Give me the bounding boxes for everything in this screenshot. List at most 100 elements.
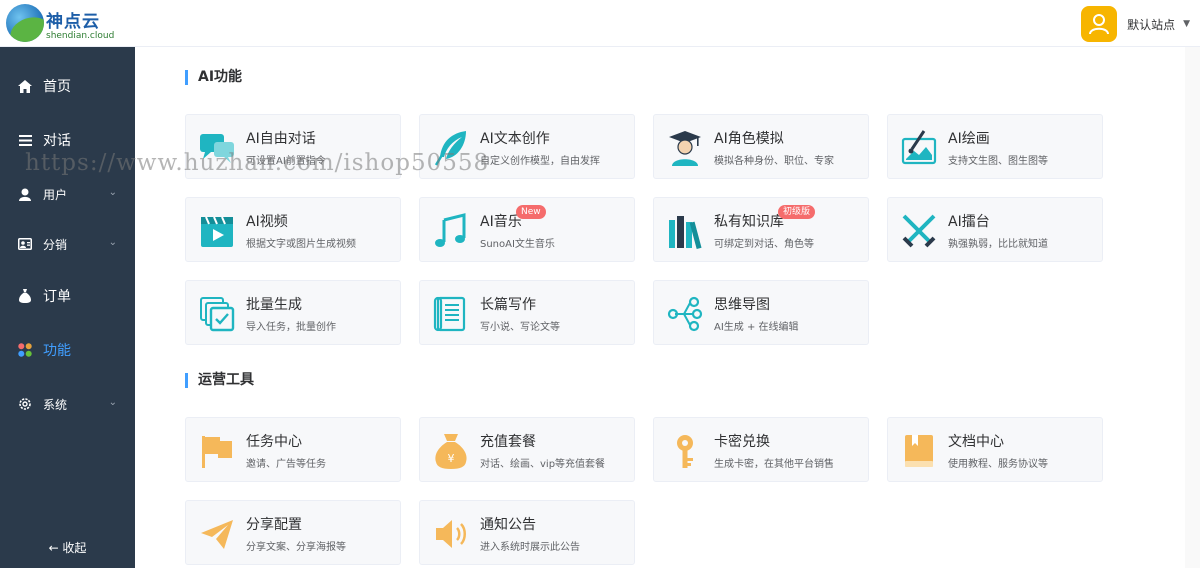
feather-icon <box>434 131 466 166</box>
speaker-icon <box>436 520 466 548</box>
card-desc: SunoAI文生音乐 <box>480 239 555 250</box>
card-title: AI自由对话 <box>246 131 316 147</box>
site-switcher[interactable]: 默认站点 ▼ <box>1081 6 1190 42</box>
card-title: 长篇写作 <box>480 297 536 313</box>
card-desc: 支持文生图、图生图等 <box>948 156 1048 167</box>
vertical-scrollbar[interactable] <box>1185 47 1200 568</box>
caret-down-icon[interactable]: ▼ <box>1183 19 1190 29</box>
card-title: 思维导图 <box>714 297 770 313</box>
scroll-icon <box>433 296 466 332</box>
book-icon <box>905 435 933 467</box>
sidebar-item-distribution[interactable]: 分销 ⌄ <box>0 224 135 264</box>
card-desc: 进入系统时展示此公告 <box>480 542 580 553</box>
card-title: AI角色模拟 <box>714 131 784 147</box>
chat-icon <box>200 134 234 163</box>
chevron-down-icon: ⌄ <box>108 397 117 408</box>
card-desc: 对话、绘画、vip等充值套餐 <box>480 459 606 470</box>
user-icon <box>18 187 32 201</box>
card-long-writing[interactable]: 长篇写作 写小说、写论文等 <box>419 280 635 345</box>
sidebar: 首页 对话 用户 ⌄ 分销 ⌄ 订单 功能 系统 ⌄ ← 收起 <box>0 47 135 568</box>
card-mindmap[interactable]: 思维导图 AI生成 + 在线编辑 <box>653 280 869 345</box>
card-recharge-plans[interactable]: ¥ 充值套餐 对话、绘画、vip等充值套餐 <box>419 417 635 482</box>
flag-icon <box>202 436 232 468</box>
card-title: 卡密兑换 <box>714 434 770 450</box>
swords-icon <box>902 214 936 248</box>
card-title: AI绘画 <box>948 131 990 147</box>
chevron-down-icon: ⌄ <box>108 187 117 198</box>
video-icon <box>201 216 233 247</box>
site-name[interactable]: 默认站点 <box>1127 16 1175 33</box>
card-title: 充值套餐 <box>480 434 536 450</box>
card-desc: 分享文案、分享海报等 <box>246 542 346 553</box>
card-card-redeem[interactable]: 卡密兑换 生成卡密，在其他平台销售 <box>653 417 869 482</box>
money-bag-icon <box>18 289 32 303</box>
apps-icon <box>18 343 32 357</box>
main-content: AI功能 AI自由对话 可设置AI前置指令 AI文本创作 自定义创作模型，自由发… <box>150 47 1185 568</box>
mindmap-icon <box>667 296 703 332</box>
section-title-ai: AI功能 <box>185 70 242 85</box>
card-desc: 孰强孰弱，比比就知道 <box>948 239 1048 250</box>
card-desc: 可绑定到对话、角色等 <box>714 239 814 250</box>
card-desc: 自定义创作模型，自由发挥 <box>480 156 600 167</box>
user-avatar-icon <box>1089 14 1110 35</box>
card-title: 分享配置 <box>246 517 302 533</box>
sidebar-item-chat[interactable]: 对话 <box>0 120 135 160</box>
logo-title: 神点云 <box>46 12 100 32</box>
card-title: 通知公告 <box>480 517 536 533</box>
distribution-icon <box>18 237 32 251</box>
card-announcement[interactable]: 通知公告 进入系统时展示此公告 <box>419 500 635 565</box>
card-desc: 邀请、广告等任务 <box>246 459 326 470</box>
card-title: AI视频 <box>246 214 288 230</box>
sidebar-item-label: 用户 <box>43 187 68 202</box>
card-knowledge-base[interactable]: 私有知识库 初级版 可绑定到对话、角色等 <box>653 197 869 262</box>
card-desc: 根据文字或图片生成视频 <box>246 239 356 250</box>
home-icon <box>18 79 32 93</box>
menu-icon <box>18 133 32 147</box>
collapse-sidebar-button[interactable]: ← 收起 <box>0 527 135 567</box>
sidebar-item-system[interactable]: 系统 ⌄ <box>0 384 135 424</box>
card-desc: AI生成 + 在线编辑 <box>714 322 799 333</box>
card-title: AI擂台 <box>948 214 990 230</box>
sidebar-item-users[interactable]: 用户 ⌄ <box>0 174 135 214</box>
tier-badge: 初级版 <box>778 205 816 219</box>
books-icon <box>669 216 702 250</box>
sidebar-item-label: 对话 <box>43 133 71 149</box>
avatar[interactable] <box>1081 6 1118 42</box>
painting-icon <box>901 130 937 165</box>
graduate-icon <box>669 131 701 166</box>
card-desc: 模拟各种身份、职位、专家 <box>714 156 834 167</box>
card-ai-painting[interactable]: AI绘画 支持文生图、图生图等 <box>887 114 1103 179</box>
card-ai-music[interactable]: AI音乐 New SunoAI文生音乐 <box>419 197 635 262</box>
money-bag-icon: ¥ <box>435 434 467 469</box>
card-task-center[interactable]: 任务中心 邀请、广告等任务 <box>185 417 401 482</box>
batch-icon <box>200 297 235 332</box>
card-title: 任务中心 <box>246 434 302 450</box>
card-ai-writing[interactable]: AI文本创作 自定义创作模型，自由发挥 <box>419 114 635 179</box>
card-desc: 写小说、写论文等 <box>480 322 560 333</box>
sidebar-item-label: 订单 <box>43 289 71 305</box>
logo-subtitle: shendian.cloud <box>46 31 115 41</box>
card-share-config[interactable]: 分享配置 分享文案、分享海报等 <box>185 500 401 565</box>
sidebar-item-label: 系统 <box>43 397 68 412</box>
card-ai-video[interactable]: AI视频 根据文字或图片生成视频 <box>185 197 401 262</box>
card-ai-arena[interactable]: AI擂台 孰强孰弱，比比就知道 <box>887 197 1103 262</box>
card-doc-center[interactable]: 文档中心 使用教程、服务协议等 <box>887 417 1103 482</box>
card-desc: 可设置AI前置指令 <box>246 156 326 167</box>
sidebar-item-label: 首页 <box>43 79 71 95</box>
gear-icon <box>18 397 32 411</box>
card-desc: 导入任务，批量创作 <box>246 322 336 333</box>
chevron-down-icon: ⌄ <box>108 237 117 248</box>
section-title-ops: 运营工具 <box>185 373 254 388</box>
card-ai-roleplay[interactable]: AI角色模拟 模拟各种身份、职位、专家 <box>653 114 869 179</box>
music-icon <box>435 213 466 247</box>
card-title: 批量生成 <box>246 297 302 313</box>
card-desc: 生成卡密，在其他平台销售 <box>714 459 834 470</box>
sidebar-item-features[interactable]: 功能 <box>0 330 135 370</box>
card-ai-chat[interactable]: AI自由对话 可设置AI前置指令 <box>185 114 401 179</box>
sidebar-item-home[interactable]: 首页 <box>0 66 135 106</box>
logo-globe-icon <box>6 4 44 42</box>
logo[interactable]: 神点云 shendian.cloud <box>6 4 136 44</box>
svg-text:¥: ¥ <box>448 452 455 465</box>
card-batch-generate[interactable]: 批量生成 导入任务，批量创作 <box>185 280 401 345</box>
sidebar-item-orders[interactable]: 订单 <box>0 276 135 316</box>
